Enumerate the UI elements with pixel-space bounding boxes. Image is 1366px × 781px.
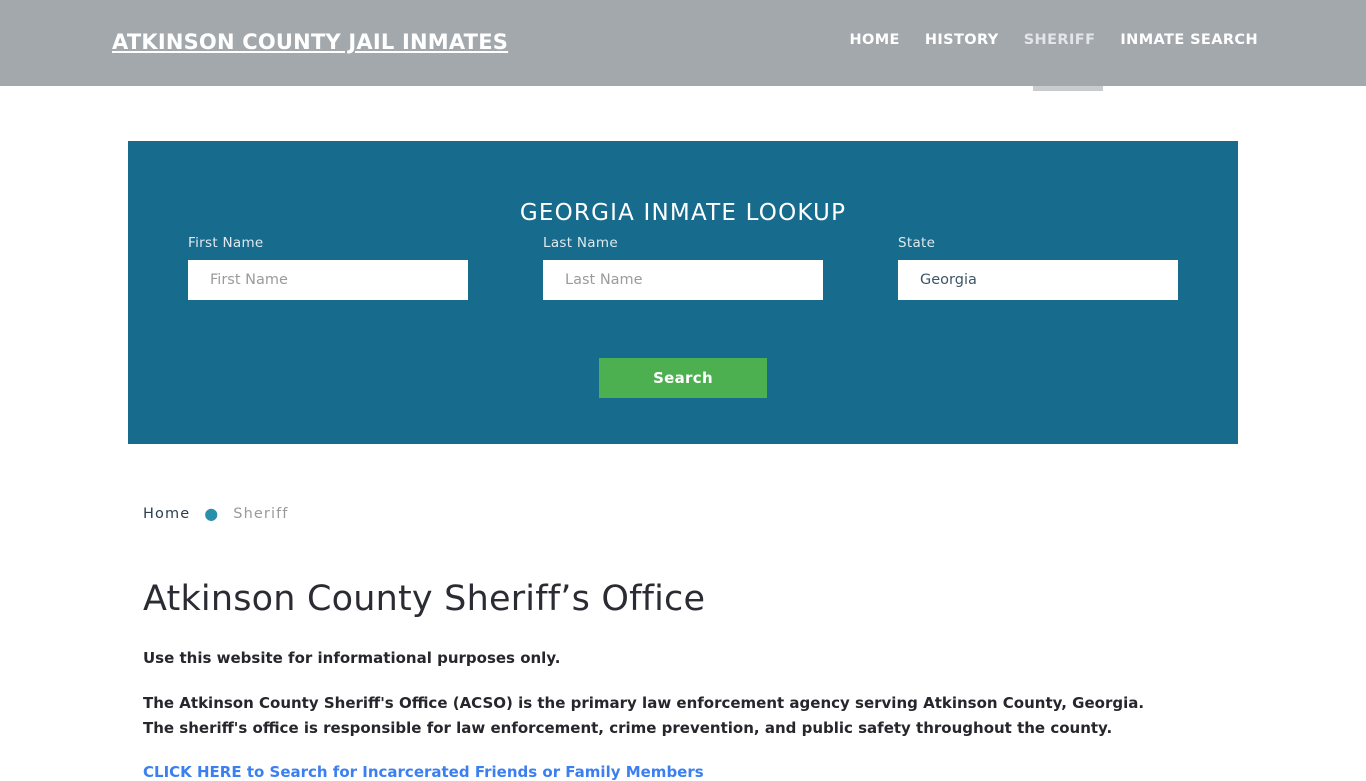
last-name-input[interactable]	[543, 260, 823, 300]
search-button[interactable]: Search	[599, 358, 767, 398]
site-header: ATKINSON COUNTY JAIL INMATES HOME HISTOR…	[0, 0, 1366, 91]
last-name-label: Last Name	[543, 235, 618, 251]
breadcrumb-separator-icon: ●	[204, 504, 220, 523]
breadcrumb-item-home[interactable]: Home	[143, 506, 190, 522]
first-name-label: First Name	[188, 235, 264, 251]
first-name-input[interactable]	[188, 260, 468, 300]
inmate-search-cta-link[interactable]: CLICK HERE to Search for Incarcerated Fr…	[143, 763, 704, 781]
nav-item-inmate-search[interactable]: INMATE SEARCH	[1120, 32, 1258, 48]
last-name-field-group: Last Name	[543, 235, 823, 300]
page-title: Atkinson County Sheriff’s Office	[143, 579, 706, 619]
nav-item-history[interactable]: HISTORY	[925, 32, 999, 48]
state-label: State	[898, 235, 936, 251]
first-name-field-group: First Name	[188, 235, 468, 300]
lead-paragraph: Use this website for informational purpo…	[143, 648, 561, 667]
main-navigation: HOME HISTORY SHERIFF INMATE SEARCH	[849, 32, 1258, 48]
body-paragraph: The Atkinson County Sheriff's Office (AC…	[143, 694, 1145, 737]
lookup-panel-title: GEORGIA INMATE LOOKUP	[519, 200, 847, 227]
main-content: Home ● Sheriff Atkinson County Sheriff’s…	[143, 470, 1223, 781]
breadcrumb-item-current: Sheriff	[233, 506, 289, 522]
nav-item-sheriff[interactable]: SHERIFF	[1024, 32, 1096, 48]
lookup-fields-row: First Name Last Name State Georgia	[128, 235, 1238, 305]
nav-item-home[interactable]: HOME	[849, 32, 899, 48]
state-field-group: State Georgia	[898, 235, 1178, 300]
site-brand[interactable]: ATKINSON COUNTY JAIL INMATES	[112, 30, 508, 54]
state-select[interactable]: Georgia	[898, 260, 1178, 300]
breadcrumb: Home ● Sheriff	[143, 470, 1223, 523]
nav-active-indicator	[1033, 86, 1103, 91]
inmate-lookup-panel: GEORGIA INMATE LOOKUP First Name Last Na…	[128, 141, 1238, 444]
